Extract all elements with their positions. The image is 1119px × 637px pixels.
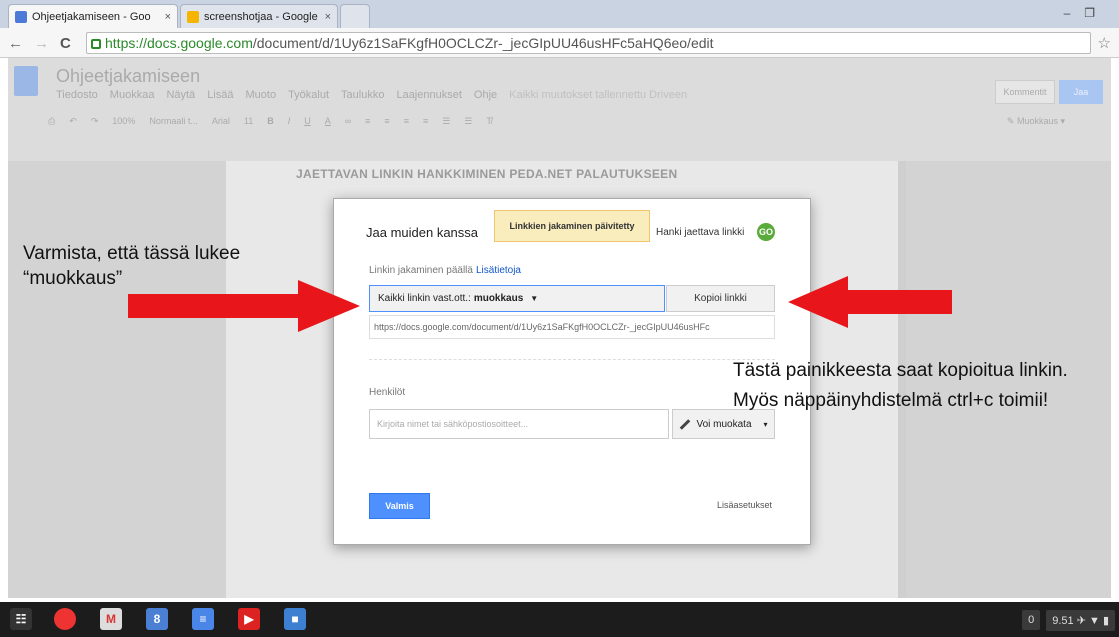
comments-button[interactable]: Kommentit	[995, 80, 1055, 104]
address-bar: ← → C https://docs.google.com/document/d…	[0, 28, 1119, 58]
learn-more-link[interactable]: Lisätietoja	[476, 265, 521, 276]
link-sharing-updated-notice: Linkkien jakaminen päivitetty	[494, 210, 650, 242]
done-button[interactable]: Valmis	[369, 493, 430, 519]
align-center-icon[interactable]: ≡	[384, 116, 389, 127]
style-select[interactable]: Normaali t...	[149, 116, 198, 127]
app-launcher-icon[interactable]: ☷	[10, 608, 32, 630]
close-tab-icon[interactable]: ×	[165, 11, 171, 23]
url-input[interactable]: https://docs.google.com/document/d/1Uy6z…	[86, 32, 1091, 54]
chrome-icon[interactable]	[54, 608, 76, 630]
tab-title: Ohjeetjakamiseen - Goo	[32, 10, 151, 23]
document-heading: JAETTAVAN LINKIN HANKKIMINEN PEDA.NET PA…	[296, 167, 678, 181]
permission-label: Voi muokata	[696, 418, 752, 430]
get-shareable-link-label[interactable]: Hanki jaettava linkki	[656, 227, 744, 238]
reload-icon[interactable]: C	[60, 35, 71, 52]
bold-icon[interactable]: B	[267, 116, 274, 127]
docs-logo-icon[interactable]	[14, 66, 38, 96]
menu-insert[interactable]: Lisää	[207, 89, 233, 101]
redo-icon[interactable]: ↷	[91, 116, 99, 127]
url-host: https://docs.google.com	[105, 35, 253, 51]
tab-screenshotjaa[interactable]: screenshotjaa - Google S ×	[180, 4, 338, 28]
menu-tools[interactable]: Työkalut	[288, 89, 329, 101]
copy-link-button[interactable]: Kopioi linkki	[666, 285, 775, 312]
align-left-icon[interactable]: ≡	[365, 116, 370, 127]
new-tab-button[interactable]	[340, 4, 370, 28]
slides-favicon-icon	[187, 10, 199, 23]
google-docs-icon[interactable]: ≡	[192, 608, 214, 630]
justify-icon[interactable]: ≡	[423, 116, 428, 127]
docs-menu-bar: Tiedosto Muokkaa Näytä Lisää Muoto Työka…	[56, 89, 687, 101]
clock-time: 9.51	[1052, 614, 1074, 627]
editing-mode-select[interactable]: ✎ Muokkaus ▾	[1007, 116, 1065, 127]
chevron-down-icon: ▼	[530, 294, 539, 303]
arrow-right-icon	[128, 280, 360, 332]
link-access-level: muokkaus	[473, 293, 524, 304]
files-icon[interactable]: ■	[284, 608, 306, 630]
save-status: Kaikki muutokset tallennettu Driveen	[509, 89, 688, 101]
tab-ohjeetjakamiseen[interactable]: Ohjeetjakamiseen - Goo ×	[8, 4, 178, 28]
font-select[interactable]: Arial	[212, 116, 230, 127]
menu-format[interactable]: Muoto	[245, 89, 276, 101]
italic-icon[interactable]: I	[288, 116, 291, 127]
editing-mode-label: Muokkaus	[1016, 116, 1058, 126]
annotation-right-line2: Myös näppäinyhdistelmä ctrl+c toimii!	[733, 390, 1049, 411]
link-sharing-status: Linkin jakaminen päällä Lisätietoja	[369, 265, 521, 276]
menu-view[interactable]: Näytä	[166, 89, 195, 101]
annotation-left-line1: Varmista, että tässä lukee	[23, 243, 241, 264]
divider	[369, 359, 775, 360]
close-tab-icon[interactable]: ×	[325, 11, 331, 23]
window-controls[interactable]: –❐	[1064, 6, 1109, 20]
tab-title: screenshotjaa - Google S	[204, 10, 320, 23]
people-input[interactable]: Kirjoita nimet tai sähköpostiosoitteet..…	[369, 409, 669, 439]
bulleted-list-icon[interactable]: ☰	[464, 116, 472, 127]
annotation-right: Tästä painikkeesta saat kopioitua linkin…	[733, 356, 1068, 416]
menu-edit[interactable]: Muokkaa	[110, 89, 155, 101]
chevron-down-icon: ▾	[763, 419, 768, 429]
zoom-select[interactable]: 100%	[112, 116, 135, 127]
numbered-list-icon[interactable]: ☰	[442, 116, 450, 127]
ruler	[238, 140, 918, 154]
underline-icon[interactable]: U	[304, 116, 311, 127]
menu-table[interactable]: Taulukko	[341, 89, 384, 101]
share-url-field[interactable]: https://docs.google.com/document/d/1Uy6z…	[369, 315, 775, 339]
font-size-select[interactable]: 11	[244, 116, 253, 127]
link-sharing-status-text: Linkin jakaminen päällä	[369, 265, 473, 276]
print-icon[interactable]: ⎙	[48, 116, 55, 127]
menu-file[interactable]: Tiedosto	[56, 89, 98, 101]
menu-help[interactable]: Ohje	[474, 89, 497, 101]
pencil-icon	[680, 418, 691, 430]
url-path: /document/d/1Uy6z1SaFKgfH0OCLCZr-_jecGIp…	[252, 35, 714, 51]
link-icon[interactable]: ∞	[345, 116, 351, 127]
undo-icon[interactable]: ↶	[69, 116, 77, 127]
document-title[interactable]: Ohjeetjakamiseen	[56, 66, 200, 87]
browser-tab-bar: Ohjeetjakamiseen - Goo × screenshotjaa -…	[0, 0, 1119, 28]
people-label: Henkilöt	[369, 387, 406, 398]
share-button[interactable]: Jaa	[1059, 80, 1103, 104]
notification-count[interactable]: 0	[1022, 610, 1041, 630]
clear-format-icon[interactable]: T̸	[486, 116, 492, 127]
align-right-icon[interactable]: ≡	[404, 116, 409, 127]
youtube-icon[interactable]: ▶	[238, 608, 260, 630]
forward-arrow-icon[interactable]: →	[34, 35, 49, 52]
dialog-title: Jaa muiden kanssa	[366, 225, 479, 240]
back-arrow-icon[interactable]: ←	[8, 35, 23, 52]
system-tray[interactable]: 0 9.51 ✈ ▼ ▮	[1022, 607, 1115, 633]
menu-addons[interactable]: Laajennukset	[396, 89, 461, 101]
advanced-settings-link[interactable]: Lisäasetukset	[717, 500, 772, 510]
link-access-prefix: Kaikki linkin vast.ott.:	[378, 293, 471, 304]
clock[interactable]: 9.51 ✈ ▼ ▮	[1046, 609, 1115, 631]
docs-header: Ohjeetjakamiseen Tiedosto Muokkaa Näytä …	[8, 58, 1111, 161]
os-taskbar: ☷ M 8 ≡ ▶ ■ 0 9.51 ✈ ▼ ▮	[0, 602, 1119, 637]
arrow-left-icon	[788, 276, 952, 328]
annotation-right-line1: Tästä painikkeesta saat kopioitua linkin…	[733, 360, 1068, 381]
docs-favicon-icon	[15, 10, 27, 23]
link-access-dropdown[interactable]: Kaikki linkin vast.ott.: muokkaus ▼	[369, 285, 665, 312]
lock-icon	[91, 39, 101, 49]
formatting-toolbar: ⎙ ↶ ↷ 100% Normaali t... Arial 11 B I U …	[48, 116, 492, 127]
link-toggle-icon[interactable]: GO	[757, 223, 775, 241]
gmail-icon[interactable]: M	[100, 608, 122, 630]
bookmark-star-icon[interactable]: ☆	[1098, 34, 1111, 52]
text-color-icon[interactable]: A	[325, 116, 331, 127]
google-plus-icon[interactable]: 8	[146, 608, 168, 630]
